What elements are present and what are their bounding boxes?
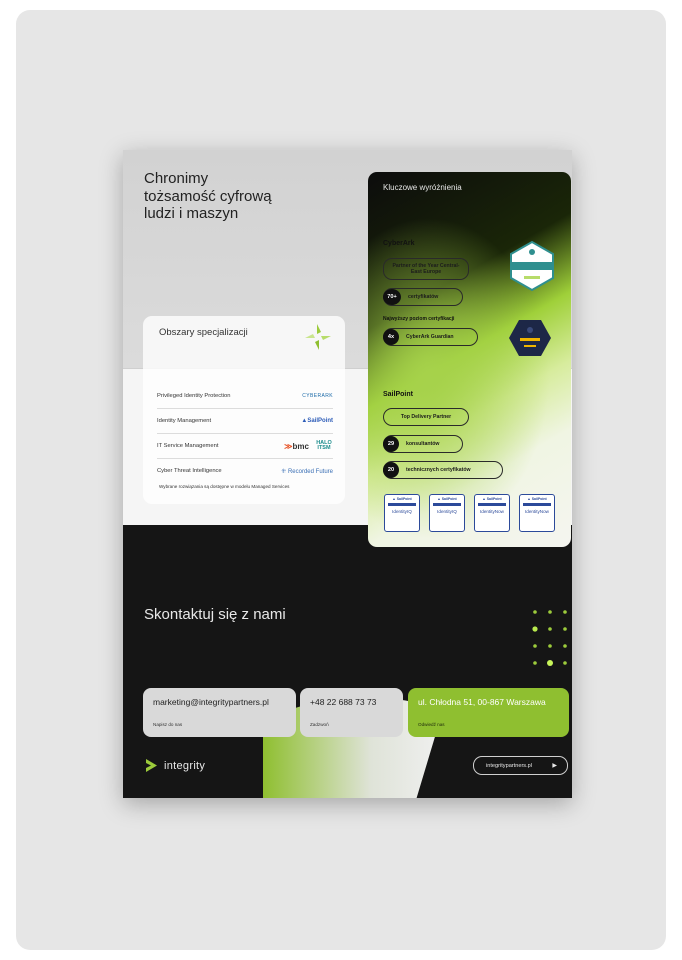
list-item: Privileged Identity Protection CYBERARK [157,384,333,409]
highest-level-label: Najwyższy poziom certyfikacji [383,316,455,322]
sailpoint-cert-badge: ▲ SailPoint IdentityIQ [429,494,465,532]
halo-itsm-logo: HALO ITSM [316,439,332,451]
area-label: Cyber Threat Intelligence [157,468,222,474]
sailpoint-heading: SailPoint [383,391,413,398]
email-value: marketing@integritypartners.pl [153,697,269,707]
decorative-dots-icon [532,610,567,666]
website-label: integritypartners.pl [486,762,533,769]
headline: Chronimy tożsamość cyfrową ludzi i maszy… [144,170,272,222]
specializations-card: Obszary specjalizacji Privileged Identit… [143,316,345,504]
guardian-badge-icon [509,320,551,356]
address-label: Odwiedź nas [418,722,445,727]
highlights-card: Kluczowe wyróżnienia CyberArk Partner of… [368,172,571,547]
bmc-icon: ≫ [284,441,293,451]
partner-award-badge-icon [510,240,554,292]
email-label: Napisz do nas [153,722,183,727]
sailpoint-cert-badge: ▲ SailPoint IdentityIQ [384,494,420,532]
address-value: ul. Chłodna 51, 00-867 Warszawa [418,697,546,707]
cyberark-guardian-pill: 4x CyberArk Guardian [383,328,478,346]
list-item: Identity Management ▲SailPoint [157,409,333,434]
brand-name: integrity [164,759,206,772]
play-icon: ▶ [552,763,557,769]
phone-value: +48 22 688 73 73 [310,697,377,707]
cyberark-heading: CyberArk [383,240,415,247]
list-item: IT Service Management ≫bmc HALO ITSM [157,434,333,459]
website-button[interactable]: integritypartners.pl ▶ [473,756,568,775]
sailpoint-tech-certs-pill: 20 technicznych certyfikatów [383,461,503,479]
cyberark-logo: CYBERARK [302,393,333,399]
sailpoint-cert-badge: ▲ SailPoint IdentityNow [474,494,510,532]
recorded-future-logo: ⁜ Recorded Future [281,468,333,475]
itsm-logos: ≫bmc HALO ITSM [284,439,333,452]
phone-card[interactable]: +48 22 688 73 73 Zadzwoń [300,688,403,737]
address-card[interactable]: ul. Chłodna 51, 00-867 Warszawa Odwiedź … [408,688,569,737]
brand-logo: integrity [144,758,205,773]
area-label: IT Service Management [157,443,219,449]
phone-label: Zadzwoń [310,722,329,727]
integrity-logo-icon [146,759,157,772]
sailpoint-consultants-pill: 29 konsultantów [383,435,463,453]
highlights-title: Kluczowe wyróżnienia [383,183,462,192]
specializations-title: Obszary specjalizacji [159,327,248,338]
sailpoint-logo: ▲SailPoint [301,418,333,424]
sailpoint-award-pill: Top Delivery Partner [383,408,469,426]
integrity-mark-icon [305,324,331,350]
recorded-future-icon: ⁜ [281,468,287,475]
contact-title: Skontaktuj się z nami [144,606,286,623]
cyberark-award-pill: Partner of the Year Central-East Europe [383,258,469,280]
area-label: Privileged Identity Protection [157,393,231,399]
bmc-logo: ≫bmc [284,441,309,451]
brochure: Chronimy tożsamość cyfrową ludzi i maszy… [123,150,572,798]
area-label: Identity Management [157,418,212,424]
cyberark-certs-pill: 70+ certyfikatów [383,288,463,306]
list-item: Cyber Threat Intelligence ⁜ Recorded Fut… [157,459,333,483]
managed-services-note: Wybrane rozwiązania są dostępne w modelu… [159,484,290,489]
sailpoint-cert-badge: ▲ SailPoint IdentityNow [519,494,555,532]
email-card[interactable]: marketing@integritypartners.pl Napisz do… [143,688,296,737]
specializations-list: Privileged Identity Protection CYBERARK … [157,384,333,483]
